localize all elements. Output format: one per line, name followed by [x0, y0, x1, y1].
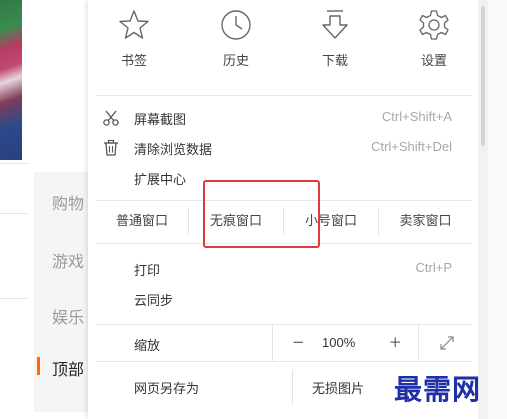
divider — [0, 213, 28, 214]
screenshot-item[interactable]: 屏幕截图 Ctrl+Shift+A — [88, 105, 480, 131]
expand-icon[interactable] — [439, 335, 455, 351]
cloud-sync-label: 云同步 — [134, 294, 174, 309]
settings-label: 设置 — [420, 54, 447, 69]
clear-browsing-data-item[interactable]: 清除浏览数据 Ctrl+Shift+Del — [88, 135, 480, 161]
divider — [96, 95, 472, 96]
history-button[interactable]: 历史 — [206, 8, 266, 84]
incognito-window-button[interactable]: 无痕窗口 — [189, 201, 283, 243]
zoom-out-button[interactable]: − — [292, 333, 305, 351]
trash-icon — [104, 139, 118, 156]
print-shortcut: Ctrl+P — [415, 260, 452, 275]
side-nav-item-entertainment[interactable]: 娱乐 — [52, 304, 84, 328]
lossless-image-button[interactable]: 无损图片 — [312, 378, 364, 397]
save-page-as-item[interactable]: 网页另存为 — [134, 378, 199, 397]
page-edge — [488, 0, 507, 419]
seller-window-button[interactable]: 卖家窗口 — [379, 201, 472, 243]
watermark-logo: 最需网 — [394, 373, 482, 406]
star-icon — [119, 10, 149, 39]
zoom-in-button[interactable]: + — [389, 333, 402, 351]
menu-scroll-thumb[interactable] — [481, 6, 485, 146]
extensions-item[interactable]: 扩展中心 — [88, 165, 480, 191]
bookmarks-button[interactable]: 书签 — [104, 8, 164, 84]
print-item[interactable]: 打印 Ctrl+P — [88, 256, 480, 282]
side-nav-item-shopping[interactable]: 购物 — [52, 190, 84, 214]
normal-window-button[interactable]: 普通窗口 — [96, 201, 188, 243]
banner-image — [0, 0, 22, 160]
separator — [272, 325, 273, 361]
clear-browsing-data-label: 清除浏览数据 — [134, 143, 213, 158]
history-label: 历史 — [222, 54, 249, 69]
zoom-bar: 缩放 − 100% + — [96, 324, 472, 362]
separator — [292, 370, 293, 404]
downloads-button[interactable]: 下载 — [305, 8, 365, 84]
window-mode-bar: 普通窗口 无痕窗口 小号窗口 卖家窗口 — [96, 200, 472, 244]
divider — [0, 163, 28, 164]
clock-icon — [221, 10, 251, 40]
screenshot-label: 屏幕截图 — [134, 113, 187, 128]
separator — [418, 325, 419, 361]
browser-main-menu: 书签 历史 下载 设置 屏幕截图 Ctrl+Shift+A 清除浏览数据 Ctr… — [88, 0, 480, 419]
menu-top-shortcuts: 书签 历史 下载 设置 — [88, 0, 480, 90]
downloads-label: 下载 — [321, 54, 348, 69]
active-marker — [37, 357, 40, 375]
download-icon — [322, 10, 348, 39]
zoom-level: 100% — [322, 335, 356, 350]
divider — [0, 298, 28, 299]
side-nav-item-top[interactable]: 顶部 — [52, 356, 84, 380]
side-nav-item-games[interactable]: 游戏 — [52, 248, 84, 272]
scissors-icon — [103, 110, 119, 126]
alt-account-window-button[interactable]: 小号窗口 — [284, 201, 378, 243]
settings-button[interactable]: 设置 — [404, 8, 464, 84]
gear-icon — [419, 10, 449, 40]
print-label: 打印 — [134, 264, 161, 279]
cloud-sync-item[interactable]: 云同步 — [88, 286, 480, 312]
screenshot-shortcut: Ctrl+Shift+A — [381, 109, 452, 124]
bookmarks-label: 书签 — [120, 54, 147, 69]
zoom-label: 缩放 — [134, 339, 161, 354]
clear-browsing-data-shortcut: Ctrl+Shift+Del — [371, 139, 452, 154]
extensions-label: 扩展中心 — [134, 173, 187, 188]
